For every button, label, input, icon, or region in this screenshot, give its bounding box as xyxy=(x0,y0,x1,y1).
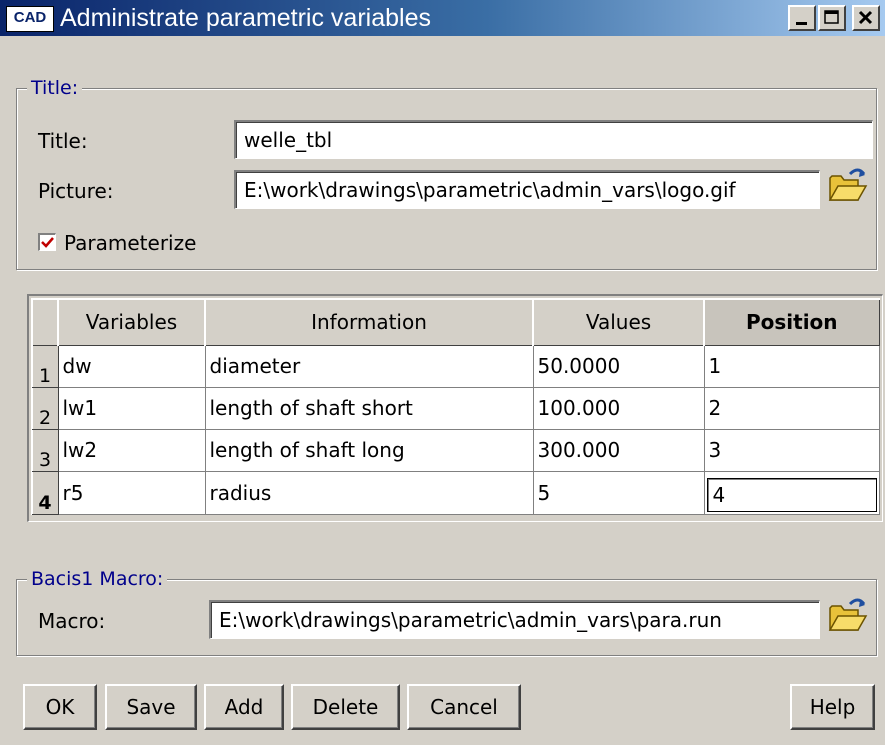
table-row[interactable]: 3 lw2 length of shaft long 300.000 3 xyxy=(31,428,880,472)
checkmark-icon xyxy=(41,237,54,248)
table-row[interactable]: 4 r5 radius 5 4 xyxy=(31,470,880,515)
column-header-position[interactable]: Position xyxy=(703,298,880,346)
row-number[interactable]: 4 xyxy=(31,470,59,515)
macro-input[interactable]: E:\work\drawings\parametric\admin_vars\p… xyxy=(209,600,820,639)
delete-button[interactable]: Delete xyxy=(291,684,400,730)
macro-group-legend: Bacis1 Macro: xyxy=(27,567,168,591)
add-button[interactable]: Add xyxy=(204,684,284,730)
title-bar[interactable]: CAD Administrate parametric variables xyxy=(0,0,885,36)
cell-variable[interactable]: lw1 xyxy=(57,386,206,430)
table-header-row: Variables Information Values Position xyxy=(31,298,880,346)
window-title: Administrate parametric variables xyxy=(60,4,431,32)
row-number[interactable]: 3 xyxy=(31,428,59,472)
maximize-button[interactable] xyxy=(818,5,846,31)
cell-variable[interactable]: r5 xyxy=(57,470,206,515)
cell-information[interactable]: length of shaft short xyxy=(204,386,534,430)
cell-value[interactable]: 50.0000 xyxy=(532,344,705,388)
title-group-legend: Title: xyxy=(27,76,83,100)
cell-position-editing[interactable]: 4 xyxy=(703,470,880,515)
cell-value[interactable]: 100.000 xyxy=(532,386,705,430)
cell-position[interactable]: 1 xyxy=(703,344,880,388)
cell-information[interactable]: diameter xyxy=(204,344,534,388)
position-cell-editor[interactable]: 4 xyxy=(706,477,877,512)
open-folder-icon xyxy=(828,168,868,201)
close-icon xyxy=(858,10,873,25)
cell-value[interactable]: 5 xyxy=(532,470,705,515)
cell-position[interactable]: 3 xyxy=(703,428,880,472)
column-header-information[interactable]: Information xyxy=(204,298,534,346)
column-header-values[interactable]: Values xyxy=(532,298,705,346)
minimize-button[interactable] xyxy=(788,5,816,31)
table-row[interactable]: 1 dw diameter 50.0000 1 xyxy=(31,344,880,388)
row-number[interactable]: 1 xyxy=(31,344,59,388)
row-number[interactable]: 2 xyxy=(31,386,59,430)
app-icon: CAD xyxy=(6,6,54,32)
cell-value[interactable]: 300.000 xyxy=(532,428,705,472)
close-button[interactable] xyxy=(852,5,880,31)
cell-information[interactable]: length of shaft long xyxy=(204,428,534,472)
maximize-icon xyxy=(824,10,839,24)
picture-browse-button[interactable] xyxy=(826,166,868,211)
variables-table: Variables Information Values Position 1 … xyxy=(31,298,880,515)
grid-corner xyxy=(31,298,59,346)
picture-input[interactable]: E:\work\drawings\parametric\admin_vars\l… xyxy=(234,170,820,209)
open-folder-icon xyxy=(828,598,868,631)
column-header-variables[interactable]: Variables xyxy=(57,298,206,346)
table-row[interactable]: 2 lw1 length of shaft short 100.000 2 xyxy=(31,386,880,430)
parameterize-checkbox[interactable] xyxy=(38,233,56,251)
cancel-button[interactable]: Cancel xyxy=(407,684,521,730)
help-button[interactable]: Help xyxy=(790,684,875,730)
picture-label: Picture: xyxy=(38,179,114,203)
cell-variable[interactable]: lw2 xyxy=(57,428,206,472)
ok-button[interactable]: OK xyxy=(23,684,97,730)
save-button[interactable]: Save xyxy=(105,684,197,730)
title-input[interactable]: welle_tbl xyxy=(234,120,873,159)
cell-variable[interactable]: dw xyxy=(57,344,206,388)
title-label: Title: xyxy=(38,129,88,153)
cell-information[interactable]: radius xyxy=(204,470,534,515)
macro-browse-button[interactable] xyxy=(826,596,868,641)
parameterize-label: Parameterize xyxy=(64,231,197,255)
minimize-icon xyxy=(796,22,807,25)
macro-label: Macro: xyxy=(38,609,106,633)
cell-position[interactable]: 2 xyxy=(703,386,880,430)
